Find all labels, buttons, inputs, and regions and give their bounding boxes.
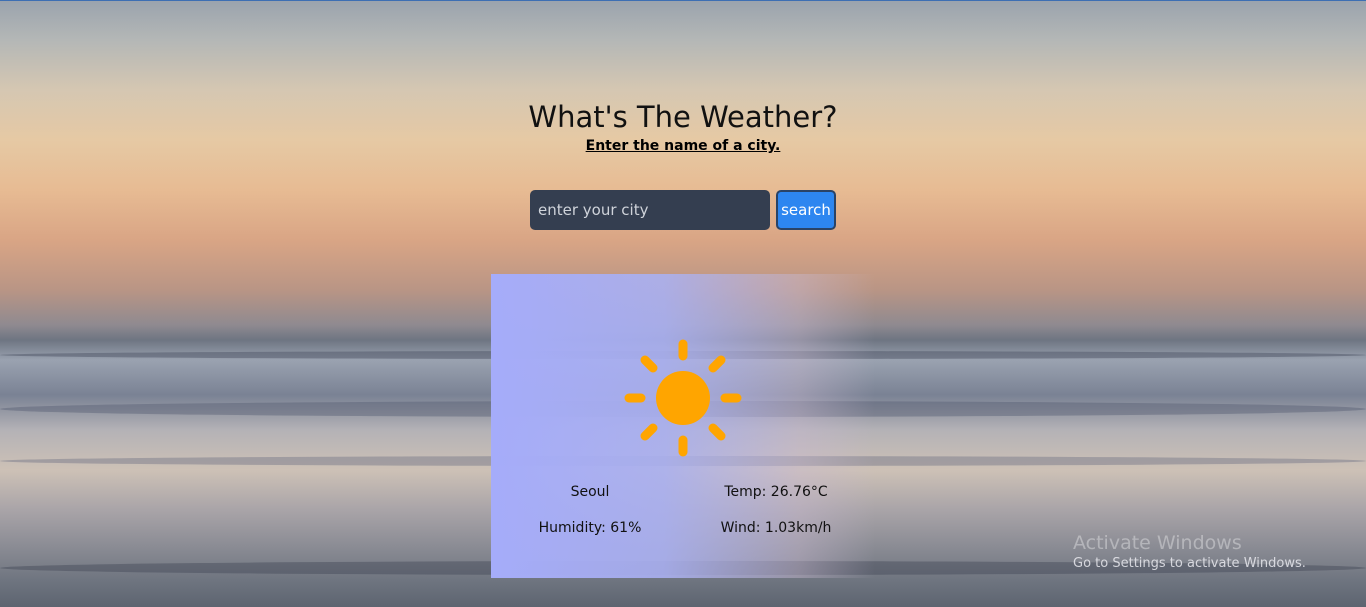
header: What's The Weather? Enter the name of a … <box>0 99 1366 156</box>
wind-speed: Wind: 1.03km/h <box>720 520 832 536</box>
city-name: Seoul <box>570 484 610 500</box>
page-subtitle: Enter the name of a city. <box>585 138 781 154</box>
temperature: Temp: 26.76°C <box>724 484 828 500</box>
sun-icon <box>624 339 742 457</box>
city-search-input[interactable] <box>530 190 770 230</box>
watermark-subtitle: Go to Settings to activate Windows. <box>1073 556 1306 571</box>
search-bar: search <box>530 190 836 230</box>
search-button[interactable]: search <box>776 190 836 230</box>
activate-windows-watermark: Activate Windows Go to Settings to activ… <box>1073 531 1306 573</box>
page-title: What's The Weather? <box>528 100 838 134</box>
humidity: Humidity: 61% <box>538 520 642 536</box>
watermark-title: Activate Windows <box>1073 532 1242 554</box>
weather-card: Seoul Temp: 26.76°C Humidity: 61% Wind: … <box>491 274 875 578</box>
